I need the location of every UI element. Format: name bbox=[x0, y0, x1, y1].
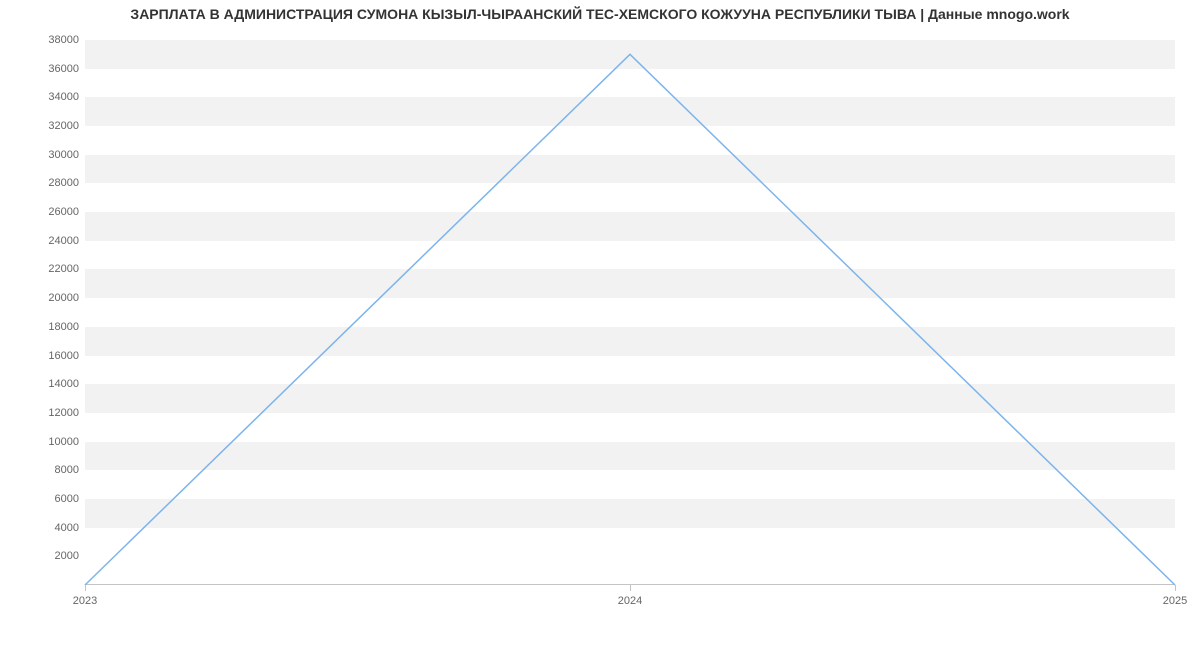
y-tick-label: 38000 bbox=[7, 34, 79, 46]
x-tick bbox=[85, 585, 86, 591]
salary-line-chart: ЗАРПЛАТА В АДМИНИСТРАЦИЯ СУМОНА КЫЗЫЛ-ЧЫ… bbox=[0, 0, 1200, 650]
y-tick-label: 10000 bbox=[7, 436, 79, 448]
plot-area bbox=[85, 40, 1175, 585]
line-series bbox=[85, 40, 1175, 585]
x-tick-label: 2024 bbox=[618, 595, 642, 607]
y-tick-label: 24000 bbox=[7, 235, 79, 247]
y-tick-label: 4000 bbox=[7, 522, 79, 534]
y-tick-label: 28000 bbox=[7, 177, 79, 189]
y-tick-label: 2000 bbox=[7, 550, 79, 562]
y-tick-label: 14000 bbox=[7, 378, 79, 390]
x-tick bbox=[1175, 585, 1176, 591]
y-tick-label: 30000 bbox=[7, 149, 79, 161]
series-line bbox=[85, 54, 1175, 585]
y-tick-label: 22000 bbox=[7, 263, 79, 275]
y-tick-label: 34000 bbox=[7, 91, 79, 103]
y-tick-label: 12000 bbox=[7, 407, 79, 419]
x-tick-label: 2025 bbox=[1163, 595, 1187, 607]
chart-title: ЗАРПЛАТА В АДМИНИСТРАЦИЯ СУМОНА КЫЗЫЛ-ЧЫ… bbox=[0, 6, 1200, 22]
y-tick-label: 18000 bbox=[7, 321, 79, 333]
y-tick-label: 20000 bbox=[7, 292, 79, 304]
x-tick bbox=[630, 585, 631, 591]
y-tick-label: 8000 bbox=[7, 464, 79, 476]
y-tick-label: 6000 bbox=[7, 493, 79, 505]
x-tick-label: 2023 bbox=[73, 595, 97, 607]
y-tick-label: 36000 bbox=[7, 63, 79, 75]
y-tick-label: 16000 bbox=[7, 350, 79, 362]
y-tick-label: 32000 bbox=[7, 120, 79, 132]
y-tick-label: 26000 bbox=[7, 206, 79, 218]
